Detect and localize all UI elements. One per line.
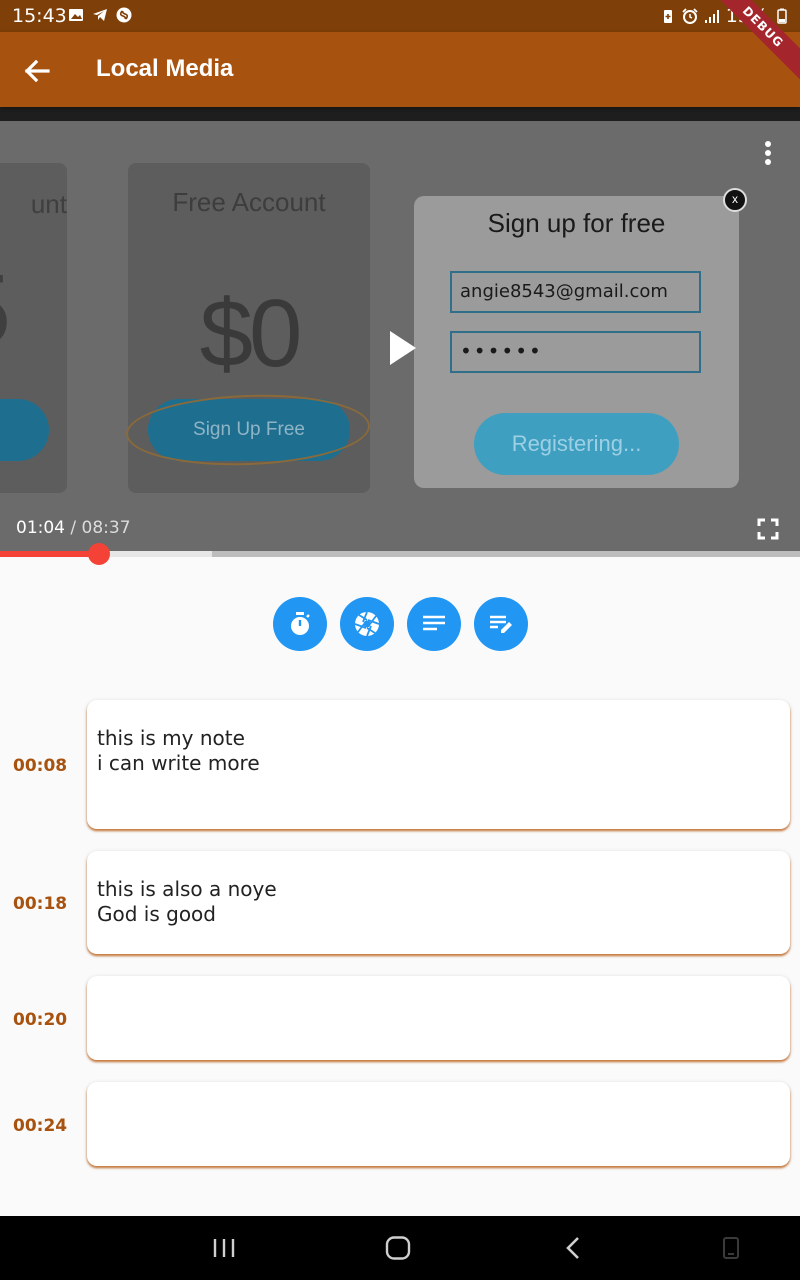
system-nav-bar — [0, 1216, 800, 1280]
email-field: angie8543@gmail.com — [450, 271, 701, 313]
partial-account-card: unt 5 — [0, 163, 67, 493]
note-timestamp[interactable]: 00:08 — [13, 756, 67, 776]
back-nav-icon[interactable] — [563, 1236, 583, 1260]
note-card[interactable] — [87, 976, 790, 1060]
camera-shutter-icon — [354, 611, 380, 637]
time-separator: / — [65, 518, 82, 538]
page-title: Local Media — [96, 55, 234, 82]
telegram-icon — [93, 9, 107, 21]
note-timestamp[interactable]: 00:18 — [13, 894, 67, 914]
status-time: 15:43 — [12, 5, 67, 27]
note-text-line: God is good — [97, 902, 216, 926]
battery-saver-icon — [663, 10, 672, 23]
free-card-header: Free Account — [172, 187, 326, 217]
partial-card-price: 5 — [0, 253, 11, 368]
seek-bar[interactable] — [0, 543, 800, 565]
seek-thumb[interactable] — [88, 543, 111, 565]
note-timestamp[interactable]: 00:20 — [13, 1010, 67, 1030]
played-bar — [0, 551, 100, 557]
modal-title: Sign up for free — [487, 208, 666, 238]
partial-card-button — [0, 399, 49, 461]
timer-icon — [291, 612, 310, 635]
password-field: •••••• — [450, 331, 701, 373]
edit-note-icon — [490, 615, 512, 633]
time-display: 01:04 / 08:37 — [16, 518, 131, 538]
note-text-line: this is also a noye — [97, 877, 277, 901]
signal-icon — [704, 10, 719, 23]
notes-icon — [423, 615, 445, 631]
note-card[interactable]: this is also a noye God is good — [87, 851, 790, 954]
home-icon[interactable] — [385, 1236, 411, 1260]
signup-modal: Sign up for free angie8543@gmail.com •••… — [414, 188, 747, 488]
current-time: 01:04 — [16, 518, 65, 538]
video-frame[interactable]: unt 5 Free Account $0 Sign Up Free Sign … — [0, 121, 800, 557]
modal-close-icon: x — [723, 188, 747, 212]
notes-button[interactable] — [407, 597, 461, 651]
alarm-icon — [682, 8, 698, 24]
recent-apps-icon[interactable] — [212, 1236, 236, 1260]
action-buttons — [273, 597, 528, 651]
note-text-line: this is my note — [97, 726, 245, 750]
note-timestamp[interactable]: 00:24 — [13, 1116, 67, 1136]
note-card[interactable] — [87, 1082, 790, 1166]
total-time: 08:37 — [81, 518, 131, 538]
video-player[interactable]: unt 5 Free Account $0 Sign Up Free Sign … — [0, 107, 800, 557]
fullscreen-icon[interactable] — [757, 518, 779, 540]
shazam-icon — [116, 7, 132, 23]
play-icon[interactable] — [390, 331, 416, 365]
free-account-card: Free Account $0 Sign Up Free — [124, 163, 372, 493]
gallery-icon — [69, 9, 83, 21]
free-card-price: $0 — [199, 280, 303, 387]
more-options-icon[interactable] — [762, 141, 774, 167]
note-card[interactable]: this is my note i can write more — [87, 700, 790, 829]
battery-icon — [777, 8, 787, 24]
edit-note-button[interactable] — [474, 597, 528, 651]
status-bar: 15:43 15% — [0, 0, 800, 32]
partial-card-header: unt — [30, 189, 67, 219]
app-bar: Local Media — [0, 32, 800, 107]
screenshot-button[interactable] — [340, 597, 394, 651]
keyboard-toggle-icon[interactable] — [721, 1236, 741, 1260]
back-arrow-icon[interactable] — [20, 54, 54, 88]
registering-button: Registering... — [474, 413, 679, 475]
note-text-line: i can write more — [97, 751, 260, 775]
timer-button[interactable] — [273, 597, 327, 651]
highlight-circle — [124, 390, 372, 470]
